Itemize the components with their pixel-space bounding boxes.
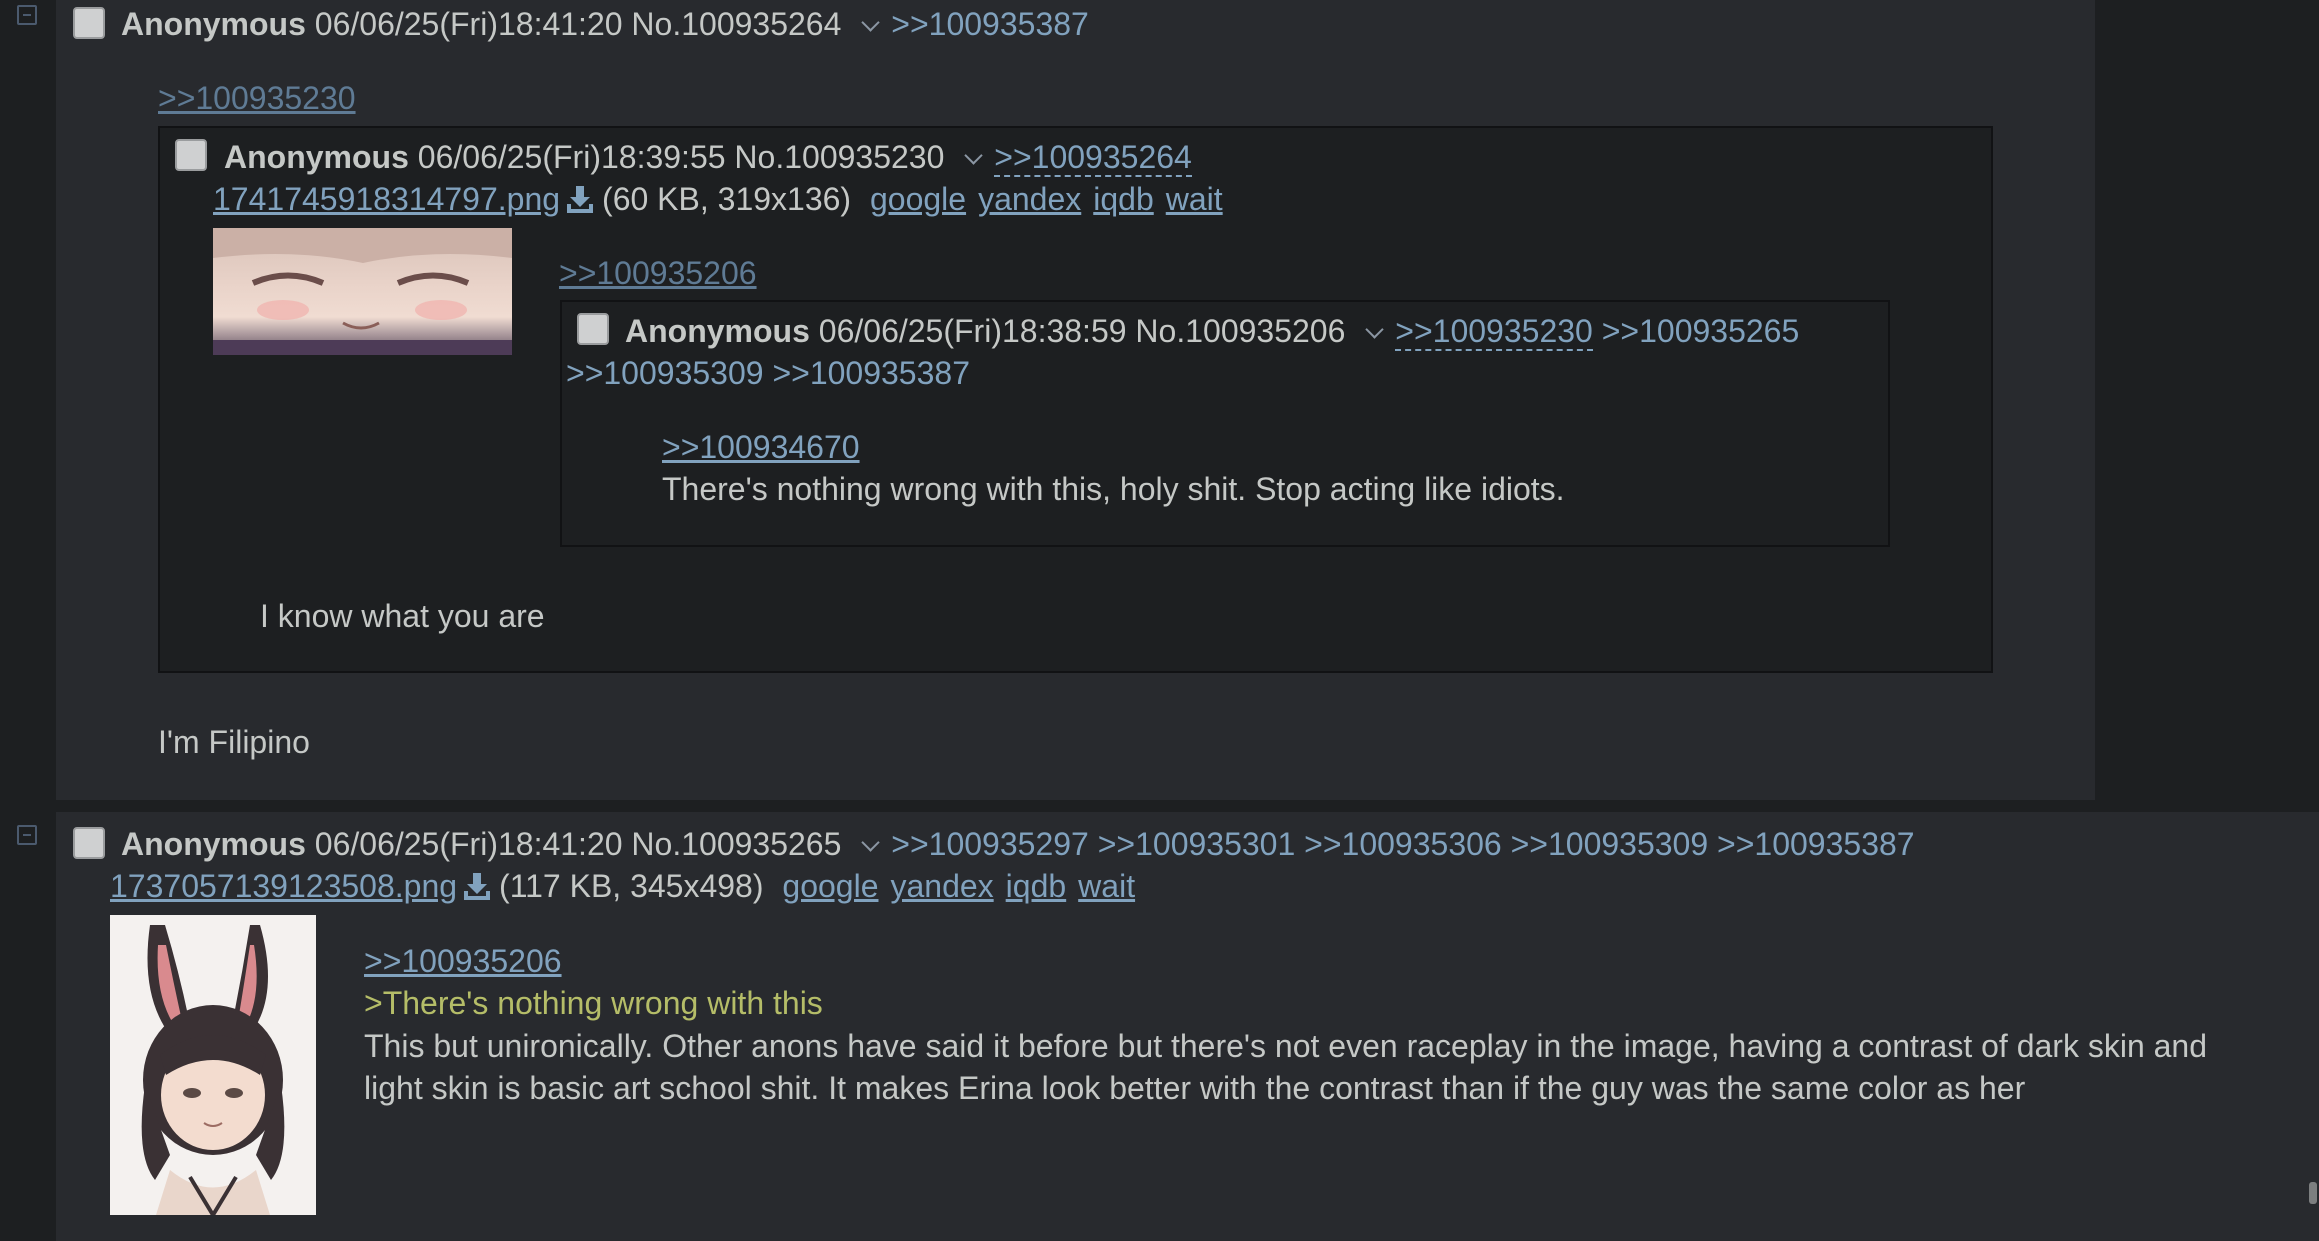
quotelink[interactable]: >>100934670 (662, 429, 860, 465)
thumbnail-image[interactable] (110, 915, 316, 1215)
post-number[interactable]: No.100935265 (631, 826, 841, 862)
post-comment-text: I know what you are (260, 598, 545, 634)
post-select-checkbox[interactable] (73, 7, 105, 39)
backlink[interactable]: >>100935387 (891, 6, 1089, 42)
chevron-down-icon[interactable] (1365, 320, 1384, 339)
greentext-line: >There's nothing wrong with this (364, 985, 823, 1021)
post-comment: >>100934670 (662, 426, 860, 468)
post-number[interactable]: No.100935206 (1135, 313, 1345, 349)
poster-name: Anonymous (224, 139, 409, 175)
post-datetime: 06/06/25(Fri)18:38:59 (818, 313, 1127, 349)
post-header: Anonymous 06/06/25(Fri)18:41:20 No.10093… (121, 3, 1089, 45)
thumbnail-image[interactable] (213, 228, 512, 355)
backlink[interactable]: >>100935387 (1717, 826, 1915, 862)
backlink[interactable]: >>100935306 (1304, 826, 1502, 862)
poster-name: Anonymous (625, 313, 810, 349)
yandex-search-link[interactable]: yandex (978, 181, 1081, 217)
yandex-search-link[interactable]: yandex (890, 868, 993, 904)
post-header: Anonymous 06/06/25(Fri)18:39:55 No.10093… (224, 136, 1192, 178)
post-comment-text: This but unironically. Other anons have … (364, 1028, 2208, 1064)
collapse-post-button[interactable] (17, 5, 37, 25)
chevron-down-icon[interactable] (964, 146, 983, 165)
file-meta: (60 KB, 319x136) (602, 181, 852, 217)
file-link[interactable]: 1741745918314797.png (213, 181, 560, 217)
post-datetime: 06/06/25(Fri)18:41:20 (314, 826, 623, 862)
post-comment-text: There's nothing wrong with this, holy sh… (662, 471, 1565, 507)
backlink[interactable]: >>100935309 (566, 355, 764, 391)
quotelink[interactable]: >>100935206 (559, 255, 757, 291)
backlink-row: >>100935309 >>100935387 (566, 352, 970, 394)
post-select-checkbox[interactable] (175, 139, 207, 171)
download-icon[interactable] (463, 871, 491, 901)
file-meta: (117 KB, 345x498) (499, 868, 764, 904)
poster-name: Anonymous (121, 826, 306, 862)
post-select-checkbox[interactable] (577, 313, 609, 345)
backlink[interactable]: >>100935230 (1395, 313, 1593, 351)
inline-quotelink[interactable]: >>100935206 (559, 252, 757, 294)
post-select-checkbox[interactable] (73, 827, 105, 859)
google-search-link[interactable]: google (870, 181, 966, 217)
backlink[interactable]: >>100935265 (1602, 313, 1800, 349)
backlink[interactable]: >>100935309 (1511, 826, 1709, 862)
wait-search-link[interactable]: wait (1166, 181, 1223, 217)
download-icon[interactable] (566, 184, 594, 214)
file-info: 1741745918314797.png (60 KB, 319x136) goo… (213, 178, 1235, 220)
post-comment-text: I'm Filipino (158, 724, 310, 760)
backlink[interactable]: >>100935264 (994, 139, 1192, 177)
chevron-down-icon[interactable] (861, 833, 880, 852)
thumbnail-illustration (213, 228, 512, 355)
iqdb-search-link[interactable]: iqdb (1093, 181, 1154, 217)
chevron-down-icon[interactable] (861, 13, 880, 32)
backlink[interactable]: >>100935387 (772, 355, 970, 391)
wait-search-link[interactable]: wait (1078, 868, 1135, 904)
post-datetime: 06/06/25(Fri)18:39:55 (417, 139, 726, 175)
post-datetime: 06/06/25(Fri)18:41:20 (314, 6, 623, 42)
post-number[interactable]: No.100935230 (734, 139, 944, 175)
post-header: Anonymous 06/06/25(Fri)18:38:59 No.10093… (625, 310, 1799, 352)
backlink[interactable]: >>100935301 (1098, 826, 1296, 862)
post-number[interactable]: No.100935264 (631, 6, 841, 42)
backlink[interactable]: >>100935297 (891, 826, 1089, 862)
poster-name: Anonymous (121, 6, 306, 42)
collapse-post-button[interactable] (17, 825, 37, 845)
file-link[interactable]: 1737057139123508.png (110, 868, 457, 904)
post-header: Anonymous 06/06/25(Fri)18:41:20 No.10093… (121, 823, 1915, 865)
post-comment-text: light skin is basic art school shit. It … (364, 1070, 2026, 1106)
inline-quotelink[interactable]: >>100935230 (158, 77, 356, 119)
file-info: 1737057139123508.png (117 KB, 345x498) go… (110, 865, 1147, 907)
scrollbar-thumb[interactable] (2309, 1182, 2317, 1204)
quotelink[interactable]: >>100935206 (364, 943, 562, 979)
thumbnail-illustration (141, 925, 285, 1215)
post-comment: >>100935206 (364, 940, 562, 982)
quotelink[interactable]: >>100935230 (158, 80, 356, 116)
iqdb-search-link[interactable]: iqdb (1006, 868, 1067, 904)
google-search-link[interactable]: google (782, 868, 878, 904)
